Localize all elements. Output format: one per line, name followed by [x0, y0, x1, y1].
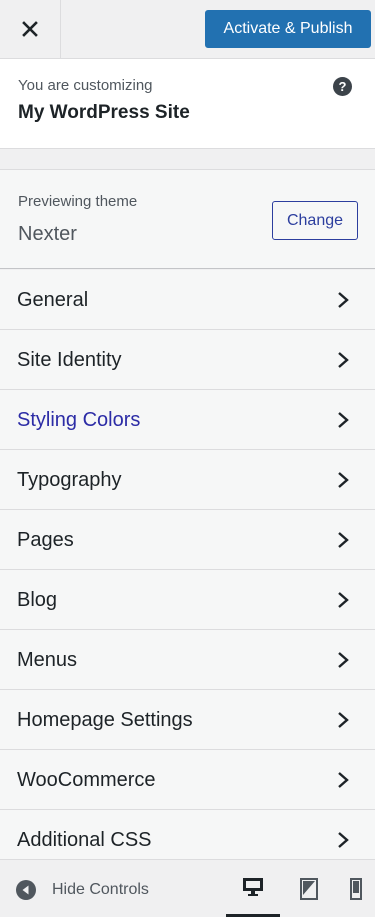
menu-item-typography[interactable]: Typography: [0, 450, 375, 510]
menu-item-label: Typography: [17, 469, 122, 491]
menu-item-site-identity[interactable]: Site Identity: [0, 330, 375, 390]
menu-item-label: Pages: [17, 529, 74, 551]
chevron-right-icon: [338, 532, 349, 548]
chevron-right-icon: [338, 652, 349, 668]
tablet-icon: [300, 877, 318, 900]
collapse-arrow-icon: [16, 880, 36, 900]
menu-item-homepage-settings[interactable]: Homepage Settings: [0, 690, 375, 750]
mobile-icon: [349, 877, 362, 900]
customize-info: You are customizing My WordPress Site ?: [0, 59, 375, 149]
chevron-right-icon: [338, 352, 349, 368]
help-icon[interactable]: ?: [333, 77, 352, 96]
site-title: My WordPress Site: [18, 102, 190, 123]
chevron-right-icon: [338, 412, 349, 428]
theme-name: Nexter: [18, 223, 77, 245]
change-theme-button[interactable]: Change: [272, 201, 358, 240]
menu-item-label: WooCommerce: [17, 769, 156, 791]
menu-item-menus[interactable]: Menus: [0, 630, 375, 690]
preview-desktop-button[interactable]: [226, 860, 280, 917]
hide-controls-button[interactable]: Hide Controls: [16, 878, 149, 902]
preview-tablet-button[interactable]: [282, 860, 336, 917]
activate-publish-button[interactable]: Activate & Publish: [205, 10, 371, 48]
menu-item-woocommerce[interactable]: WooCommerce: [0, 750, 375, 810]
chevron-right-icon: [338, 472, 349, 488]
preview-mobile-button[interactable]: [336, 860, 375, 917]
menu-item-label: Blog: [17, 589, 58, 611]
customizer-footer: Hide Controls: [0, 859, 375, 917]
desktop-icon: [243, 878, 263, 896]
hide-controls-label: Hide Controls: [52, 881, 149, 898]
menu-item-styling-colors[interactable]: Styling Colors: [0, 390, 375, 450]
close-icon: [22, 21, 38, 37]
menu-item-blog[interactable]: Blog: [0, 570, 375, 630]
chevron-right-icon: [338, 772, 349, 788]
menu-item-label: Additional CSS: [17, 829, 152, 851]
previewing-theme-label: Previewing theme: [18, 193, 138, 210]
customizing-label: You are customizing: [18, 77, 153, 94]
theme-section: Previewing theme Nexter Change: [0, 169, 375, 269]
menu-item-pages[interactable]: Pages: [0, 510, 375, 570]
menu-item-general[interactable]: General: [0, 270, 375, 330]
menu-item-label: Styling Colors: [17, 409, 141, 431]
customizer-menu: General Site Identity Styling Colors Typ…: [0, 270, 375, 870]
chevron-right-icon: [338, 292, 349, 308]
customizer-header: Activate & Publish: [0, 0, 375, 59]
menu-item-label: General: [17, 289, 89, 311]
chevron-right-icon: [338, 592, 349, 608]
menu-item-label: Menus: [17, 649, 78, 671]
close-button[interactable]: [0, 0, 61, 58]
menu-item-label: Site Identity: [17, 349, 122, 371]
menu-item-label: Homepage Settings: [17, 709, 193, 731]
chevron-right-icon: [338, 832, 349, 848]
chevron-right-icon: [338, 712, 349, 728]
